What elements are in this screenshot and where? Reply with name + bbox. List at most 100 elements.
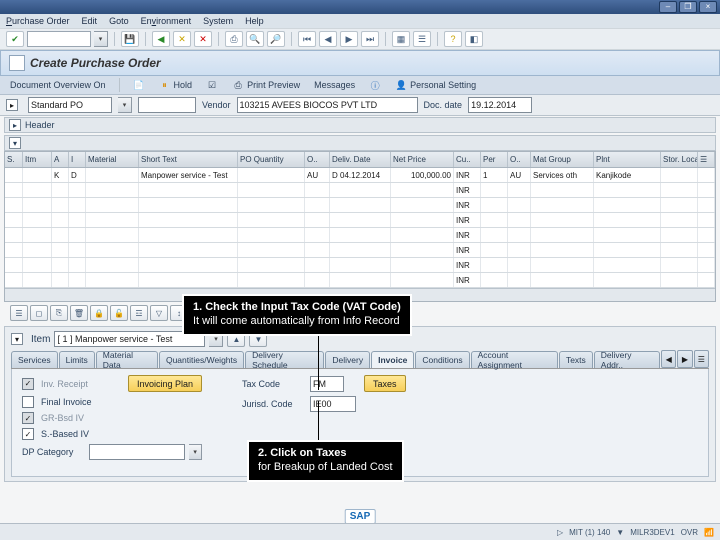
menu-system[interactable]: System <box>203 16 233 26</box>
maximize-button[interactable]: ❐ <box>679 1 697 13</box>
doc-overview-button[interactable]: Document Overview On <box>6 77 110 93</box>
check-icon[interactable]: ☑ <box>202 77 222 93</box>
deselect-icon[interactable]: ◻ <box>30 305 48 321</box>
taxes-button[interactable]: Taxes <box>364 375 406 392</box>
prev-page-icon[interactable]: ◀ <box>319 31 337 47</box>
collapse-item-icon[interactable]: ▾ <box>9 137 21 149</box>
col-per[interactable]: Per <box>481 152 508 167</box>
item-overview-section[interactable]: ▾ <box>4 135 716 151</box>
grid-row-empty[interactable]: INR <box>5 183 715 198</box>
find-next-icon[interactable]: 🔎 <box>267 31 285 47</box>
personal-setting-button[interactable]: 👤Personal Setting <box>391 77 480 93</box>
tab-material-data[interactable]: Material Data <box>96 351 158 368</box>
expand-header-icon[interactable]: ▸ <box>9 119 21 131</box>
minimize-button[interactable]: – <box>659 1 677 13</box>
status-triangle-icon[interactable]: ▷ <box>557 528 563 537</box>
info-icon[interactable]: ⓘ <box>365 77 385 93</box>
invoicing-plan-button[interactable]: Invoicing Plan <box>128 375 202 392</box>
grid-row-empty[interactable]: INR <box>5 213 715 228</box>
filter-icon[interactable]: ▽ <box>150 305 168 321</box>
grid-row-empty[interactable]: INR <box>5 258 715 273</box>
col-material[interactable]: Material <box>86 152 139 167</box>
header-section[interactable]: ▸ Header <box>4 117 716 133</box>
menu-edit[interactable]: Edit <box>82 16 98 26</box>
messages-button[interactable]: Messages <box>310 77 359 93</box>
delete-icon[interactable]: 🗑 <box>70 305 88 321</box>
tab-limits[interactable]: Limits <box>59 351 95 368</box>
last-page-icon[interactable]: ⏭ <box>361 31 379 47</box>
inv-receipt-checkbox[interactable]: ✓ <box>22 378 34 390</box>
detail-icon[interactable]: ☲ <box>130 305 148 321</box>
col-short-text[interactable]: Short Text <box>139 152 238 167</box>
col-item[interactable]: Itm <box>23 152 52 167</box>
expand-doctype-icon[interactable]: ▸ <box>6 99 18 111</box>
col-qty[interactable]: PO Quantity <box>238 152 305 167</box>
exit-icon[interactable]: ✕ <box>173 31 191 47</box>
tab-account-assignment[interactable]: Account Assignment <box>471 351 558 368</box>
col-config[interactable]: ☰ <box>698 152 715 167</box>
shortcut-icon[interactable]: ☰ <box>413 31 431 47</box>
create-session-icon[interactable]: ▦ <box>392 31 410 47</box>
col-opu[interactable]: O.. <box>508 152 531 167</box>
create-icon[interactable]: 📄 <box>129 77 149 93</box>
collapse-item-detail-icon[interactable]: ▾ <box>11 333 23 345</box>
menu-environment[interactable]: Environment <box>141 16 192 26</box>
lock-icon[interactable]: 🔒 <box>90 305 108 321</box>
gr-based-iv-checkbox[interactable]: ✓ <box>22 412 34 424</box>
grid-row-empty[interactable]: INR <box>5 228 715 243</box>
col-plant[interactable]: Plnt <box>594 152 661 167</box>
dp-category-dropdown[interactable]: ▾ <box>189 444 202 460</box>
col-status[interactable]: S. <box>5 152 23 167</box>
po-number-field[interactable] <box>138 97 196 113</box>
cancel-icon[interactable]: ✕ <box>194 31 212 47</box>
tab-scroll-right-icon[interactable]: ▶ <box>677 350 692 368</box>
grid-row-empty[interactable]: INR <box>5 198 715 213</box>
col-stor-loc[interactable]: Stor. Locat.. <box>661 152 698 167</box>
menu-goto[interactable]: Goto <box>109 16 129 26</box>
col-net-price[interactable]: Net Price <box>391 152 454 167</box>
next-page-icon[interactable]: ▶ <box>340 31 358 47</box>
dp-category-field[interactable] <box>89 444 185 460</box>
command-dropdown[interactable]: ▾ <box>94 31 108 47</box>
col-matgroup[interactable]: Mat Group <box>531 152 594 167</box>
order-type-field[interactable]: Standard PO <box>28 97 112 113</box>
order-type-dropdown[interactable]: ▾ <box>118 97 132 113</box>
tax-code-field[interactable]: FM <box>310 376 344 392</box>
enter-icon[interactable]: ✔ <box>6 31 24 47</box>
find-icon[interactable]: 🔍 <box>246 31 264 47</box>
tab-delivery-addr[interactable]: Delivery Addr.. <box>594 351 660 368</box>
grid-row-empty[interactable]: INR <box>5 243 715 258</box>
jurisd-code-field[interactable]: IE00 <box>310 396 356 412</box>
grid-row-1[interactable]: K D Manpower service - Test AU D 04.12.2… <box>5 168 715 183</box>
tab-delivery-schedule[interactable]: Delivery Schedule <box>245 351 324 368</box>
tab-delivery[interactable]: Delivery <box>325 351 370 368</box>
col-itemcat[interactable]: I <box>69 152 86 167</box>
srv-based-iv-checkbox[interactable]: ✓ <box>22 428 34 440</box>
close-button[interactable]: × <box>699 1 717 13</box>
first-page-icon[interactable]: ⏮ <box>298 31 316 47</box>
tab-texts[interactable]: Texts <box>559 351 593 368</box>
col-acct[interactable]: A <box>52 152 69 167</box>
tab-scroll-left-icon[interactable]: ◀ <box>661 350 676 368</box>
tab-quantities[interactable]: Quantities/Weights <box>159 351 244 368</box>
copy-icon[interactable]: ⎘ <box>50 305 68 321</box>
tab-invoice[interactable]: Invoice <box>371 351 414 368</box>
help-icon[interactable]: ? <box>444 31 462 47</box>
col-oun[interactable]: O.. <box>305 152 330 167</box>
unlock-icon[interactable]: 🔓 <box>110 305 128 321</box>
col-deliv-date[interactable]: Deliv. Date <box>330 152 391 167</box>
vendor-field[interactable]: 103215 AVEES BIOCOS PVT LTD <box>237 97 418 113</box>
save-icon[interactable]: 💾 <box>121 31 139 47</box>
print-icon[interactable]: ⎙ <box>225 31 243 47</box>
tab-conditions[interactable]: Conditions <box>415 351 469 368</box>
menu-help[interactable]: Help <box>245 16 264 26</box>
command-field[interactable] <box>27 31 91 47</box>
back-icon[interactable]: ◀ <box>152 31 170 47</box>
tab-services[interactable]: Services <box>11 351 58 368</box>
tab-list-icon[interactable]: ☰ <box>694 350 709 368</box>
layout-icon[interactable]: ◧ <box>465 31 483 47</box>
print-preview-button[interactable]: ⎙Print Preview <box>228 77 304 93</box>
select-all-icon[interactable]: ☰ <box>10 305 28 321</box>
doc-date-field[interactable]: 19.12.2014 <box>468 97 532 113</box>
menu-purchase-order[interactable]: PPurchase Orderurchase Order <box>6 16 70 26</box>
